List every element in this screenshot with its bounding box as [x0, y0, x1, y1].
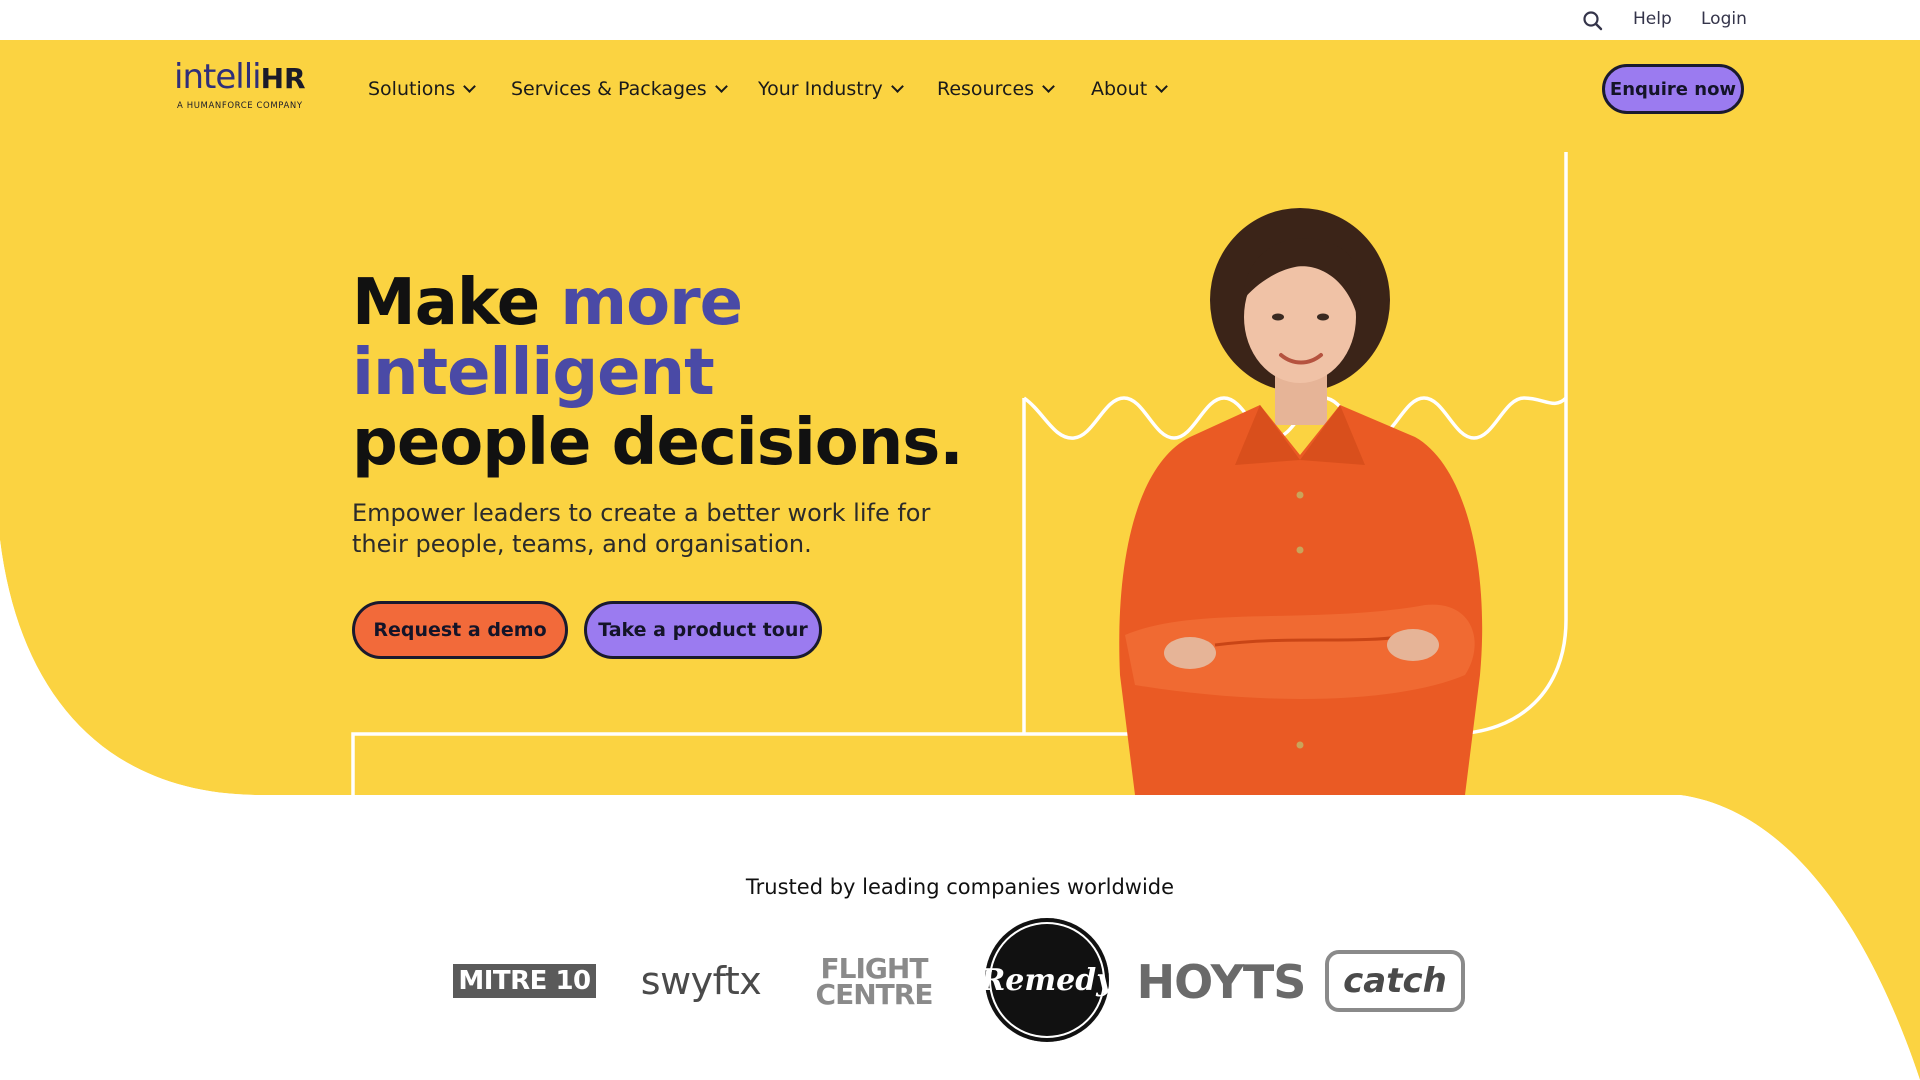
chevron-down-icon [890, 79, 904, 93]
chevron-down-icon [1042, 79, 1055, 93]
hoyts-logo: HOYTS [1136, 955, 1307, 1009]
remedy-logo: Remedy [980, 918, 1114, 1042]
product-tour-button[interactable]: Take a product tour [584, 601, 822, 659]
nav-services-packages[interactable]: Services & Packages [511, 76, 728, 102]
login-link[interactable]: Login [1701, 9, 1747, 29]
intellihr-logo[interactable]: intelliHR A HUMANFORCE COMPANY [174, 60, 314, 120]
utility-bar: Help Login [0, 0, 1920, 40]
nav-resources-label: Resources [937, 78, 1035, 100]
request-demo-button[interactable]: Request a demo [352, 601, 568, 659]
logo-wordmark: intelliHR [174, 57, 306, 97]
swyftx-logo: swyftx [640, 959, 762, 1003]
search-icon[interactable] [1582, 10, 1604, 32]
nav-solutions[interactable]: Solutions [368, 76, 477, 102]
chevron-down-icon [1155, 79, 1169, 93]
nav-about[interactable]: About [1091, 76, 1169, 102]
nav-services-label: Services & Packages [511, 78, 707, 100]
hero-headline: Make more intelligent people decisions. [352, 266, 964, 480]
chevron-down-icon [714, 79, 728, 93]
logo-tagline: A HUMANFORCE COMPANY [177, 101, 303, 111]
catch-logo: catch [1325, 950, 1465, 1012]
nav-your-industry[interactable]: Your Industry [758, 76, 904, 102]
flight-centre-logo: FLIGHT CENTRE [815, 952, 934, 1011]
nav-solutions-label: Solutions [368, 78, 456, 100]
trusted-heading: Trusted by leading companies worldwide [745, 875, 1175, 899]
nav-industry-label: Your Industry [758, 78, 883, 100]
chevron-down-icon [463, 79, 477, 93]
mitre10-logo: MITRE 10 [453, 964, 596, 998]
hero-person-image [1119, 208, 1483, 795]
hero-subtext: Empower leaders to create a better work … [352, 499, 931, 558]
nav-about-label: About [1091, 78, 1148, 100]
client-logos: MITRE 10 swyftx FLIGHT CENTRE Remedy HOYT… [0, 918, 1920, 1048]
enquire-now-button[interactable]: Enquire now [1602, 64, 1744, 114]
help-link[interactable]: Help [1633, 9, 1672, 29]
nav-resources[interactable]: Resources [937, 76, 1055, 102]
